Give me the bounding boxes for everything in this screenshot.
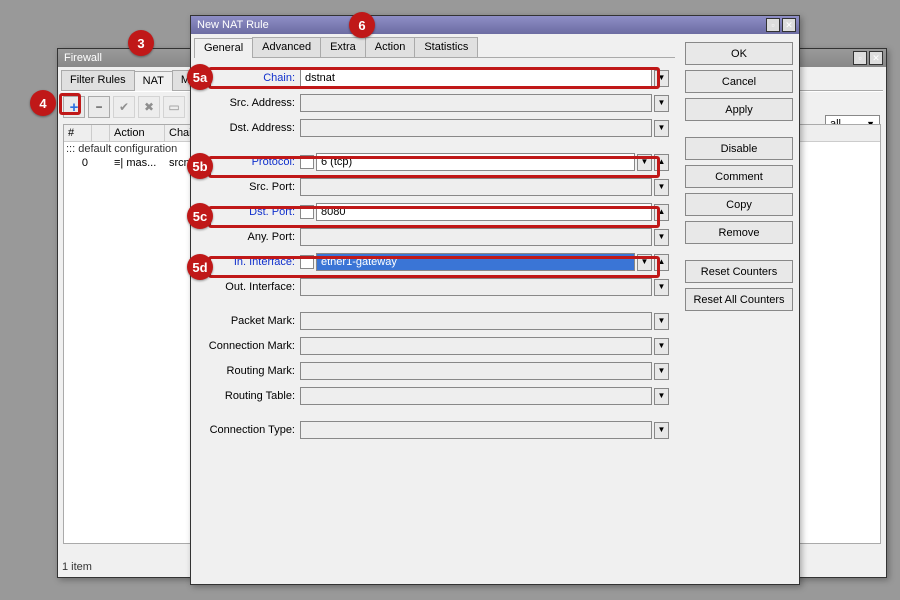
reset-counters-button[interactable]: Reset Counters: [685, 260, 793, 283]
tab-extra[interactable]: Extra: [320, 37, 366, 57]
expand-icon[interactable]: ▼: [654, 363, 669, 380]
label-src-port: Src. Port:: [200, 181, 300, 193]
expand-icon[interactable]: ▼: [654, 179, 669, 196]
input-connection-type[interactable]: [300, 421, 652, 439]
expand-icon[interactable]: ▼: [654, 229, 669, 246]
chevron-up-icon[interactable]: ▲: [654, 204, 669, 221]
tab-advanced[interactable]: Advanced: [252, 37, 321, 57]
badge-5a: 5a: [187, 64, 213, 90]
label-protocol[interactable]: Protocol:: [200, 156, 300, 168]
expand-icon[interactable]: ▼: [654, 338, 669, 355]
enable-button[interactable]: ✔: [113, 96, 135, 118]
label-connection-mark: Connection Mark:: [200, 340, 300, 352]
cancel-button[interactable]: Cancel: [685, 70, 793, 93]
chevron-down-icon[interactable]: ▼: [637, 154, 652, 171]
input-routing-table[interactable]: [300, 387, 652, 405]
chevron-up-icon[interactable]: ▲: [654, 254, 669, 271]
input-out-interface[interactable]: [300, 278, 652, 296]
label-in-interface[interactable]: In. Interface:: [200, 256, 300, 268]
badge-6: 6: [349, 12, 375, 38]
input-in-interface[interactable]: ether1-gateway: [316, 253, 635, 271]
apply-button[interactable]: Apply: [685, 98, 793, 121]
chevron-down-icon[interactable]: ▼: [654, 70, 669, 87]
badge-3: 3: [128, 30, 154, 56]
comment-button[interactable]: Comment: [685, 165, 793, 188]
negate-checkbox[interactable]: [300, 255, 314, 269]
tab-action[interactable]: Action: [365, 37, 416, 57]
tab-statistics[interactable]: Statistics: [414, 37, 478, 57]
input-dst-address[interactable]: [300, 119, 652, 137]
label-src-address: Src. Address:: [200, 97, 300, 109]
label-any-port: Any. Port:: [200, 231, 300, 243]
tab-nat[interactable]: NAT: [134, 71, 173, 91]
dialog-side-buttons: OK Cancel Apply Disable Comment Copy Rem…: [679, 34, 799, 584]
col-flag[interactable]: [92, 125, 110, 141]
input-src-port[interactable]: [300, 178, 652, 196]
input-packet-mark[interactable]: [300, 312, 652, 330]
input-chain[interactable]: dstnat: [300, 69, 652, 87]
status-text: 1 item: [62, 561, 92, 573]
minimize-icon[interactable]: ▫: [853, 51, 867, 65]
comment-button[interactable]: ▭: [163, 96, 185, 118]
col-action[interactable]: Action: [110, 125, 165, 141]
expand-icon[interactable]: ▼: [654, 388, 669, 405]
tab-general[interactable]: General: [194, 38, 253, 58]
new-nat-rule-tabs: General Advanced Extra Action Statistics: [194, 37, 675, 58]
reset-all-counters-button[interactable]: Reset All Counters: [685, 288, 793, 311]
close-icon[interactable]: ✕: [782, 18, 796, 32]
input-protocol[interactable]: 6 (tcp): [316, 153, 635, 171]
copy-button[interactable]: Copy: [685, 193, 793, 216]
close-icon[interactable]: ✕: [869, 51, 883, 65]
remove-button-side[interactable]: Remove: [685, 221, 793, 244]
expand-icon[interactable]: ▼: [654, 95, 669, 112]
label-packet-mark: Packet Mark:: [200, 315, 300, 327]
disable-button[interactable]: Disable: [685, 137, 793, 160]
minimize-icon[interactable]: ▫: [766, 18, 780, 32]
label-connection-type: Connection Type:: [200, 424, 300, 436]
input-dst-port[interactable]: 8080: [316, 203, 652, 221]
ok-button[interactable]: OK: [685, 42, 793, 65]
badge-4: 4: [30, 90, 56, 116]
badge-5d: 5d: [187, 254, 213, 280]
new-nat-rule-titlebar: New NAT Rule ▫ ✕: [191, 16, 799, 34]
negate-checkbox[interactable]: [300, 155, 314, 169]
disable-button[interactable]: ✖: [138, 96, 160, 118]
label-dst-port[interactable]: Dst. Port:: [200, 206, 300, 218]
label-chain[interactable]: Chain:: [200, 72, 300, 84]
firewall-title: Firewall: [64, 52, 102, 64]
badge-5c: 5c: [187, 203, 213, 229]
badge-5b: 5b: [187, 153, 213, 179]
input-routing-mark[interactable]: [300, 362, 652, 380]
remove-button[interactable]: −: [88, 96, 110, 118]
input-connection-mark[interactable]: [300, 337, 652, 355]
negate-checkbox[interactable]: [300, 205, 314, 219]
new-nat-rule-title: New NAT Rule: [197, 19, 269, 31]
expand-icon[interactable]: ▼: [654, 313, 669, 330]
chevron-up-icon[interactable]: ▲: [654, 154, 669, 171]
new-nat-rule-window: New NAT Rule ▫ ✕ General Advanced Extra …: [190, 15, 800, 585]
expand-icon[interactable]: ▼: [654, 422, 669, 439]
label-routing-mark: Routing Mark:: [200, 365, 300, 377]
tab-filter-rules[interactable]: Filter Rules: [61, 70, 135, 90]
input-src-address[interactable]: [300, 94, 652, 112]
chevron-down-icon[interactable]: ▼: [637, 254, 652, 271]
expand-icon[interactable]: ▼: [654, 279, 669, 296]
expand-icon[interactable]: ▼: [654, 120, 669, 137]
col-num[interactable]: #: [64, 125, 92, 141]
input-any-port[interactable]: [300, 228, 652, 246]
label-dst-address: Dst. Address:: [200, 122, 300, 134]
label-routing-table: Routing Table:: [200, 390, 300, 402]
add-button[interactable]: +: [63, 96, 85, 118]
label-out-interface: Out. Interface:: [200, 281, 300, 293]
